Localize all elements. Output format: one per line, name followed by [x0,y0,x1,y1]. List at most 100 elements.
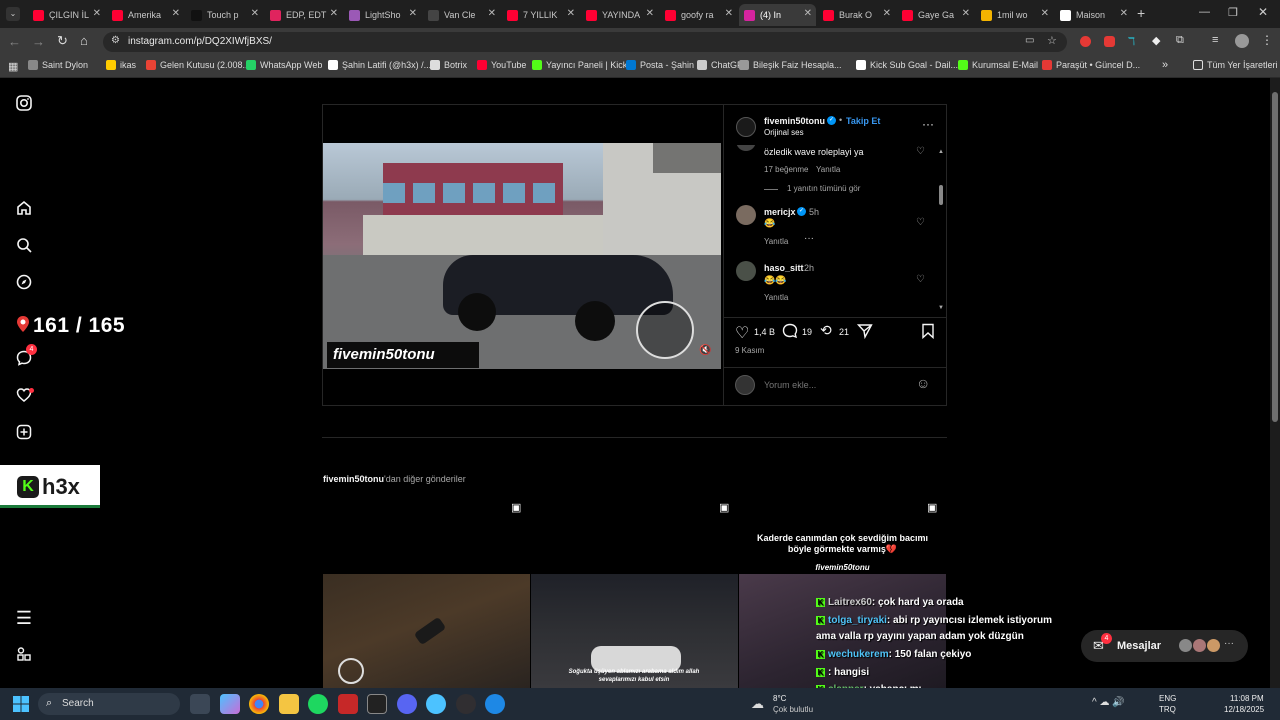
bookmark-star-icon[interactable]: ☆ [1047,34,1057,47]
bookmark-item[interactable]: ikas [106,60,136,70]
commenter-name[interactable]: haso_sitt [764,263,804,273]
like-heart-icon[interactable]: ♡ [735,323,749,343]
install-app-icon[interactable]: ▭ [1025,35,1034,46]
bookmark-item[interactable]: WhatsApp Web [246,60,322,70]
tab-close-icon[interactable]: ✕ [330,8,338,19]
browser-tab[interactable]: Burak O ✕ [818,4,895,26]
explore-nav-icon[interactable] [14,274,34,294]
taskbar-search[interactable]: ⌕ Search [38,693,180,715]
obs-icon[interactable] [456,694,476,714]
browser-tab[interactable]: Amerika ✕ [107,4,184,26]
minimize-icon[interactable]: — [1199,6,1210,18]
tab-close-icon[interactable]: ✕ [488,8,496,19]
browser-tab[interactable]: LightSho ✕ [344,4,421,26]
extensions-puzzle-icon[interactable]: ⧉ [1176,34,1184,47]
app-icon-red[interactable] [338,694,358,714]
comment-bubble-icon[interactable] [782,323,798,344]
tab-close-icon[interactable]: ✕ [409,8,417,19]
comment-reply[interactable]: Yanıtla [764,293,788,302]
browser-tab[interactable]: goofy ra ✕ [660,4,737,26]
tab-close-icon[interactable]: ✕ [962,8,970,19]
browser-tab[interactable]: YAYINDA ✕ [581,4,658,26]
browser-tab[interactable]: (4) In ✕ [739,4,816,26]
bookmark-item[interactable]: Botrix [430,60,467,70]
comment-input[interactable] [764,377,904,393]
media-control-icon[interactable]: ≡ [1212,34,1218,46]
browser-tab[interactable]: Van Cle ✕ [423,4,500,26]
apps-grid-icon[interactable]: ▦ [8,60,18,73]
browser-tab[interactable]: 1mil wo ✕ [976,4,1053,26]
tab-search-icon[interactable]: ⌄ [6,7,20,21]
extension-icon-3[interactable]: ℸ [1128,35,1135,48]
bookmark-item[interactable]: Posta - Şahin [626,60,694,70]
extension-icon-4[interactable]: ◆ [1152,34,1160,47]
emoji-icon[interactable]: ☺ [916,375,930,391]
home-icon[interactable]: ⌂ [80,33,88,48]
tab-close-icon[interactable]: ✕ [725,8,733,19]
weather-desc[interactable]: Çok bulutlu [773,705,813,714]
browser-tab[interactable]: 7 YILLIK ✕ [502,4,579,26]
shares-count[interactable]: 21 [839,327,849,337]
tab-close-icon[interactable]: ✕ [567,8,575,19]
reload-icon[interactable]: ↻ [57,33,68,49]
bookmark-item[interactable]: YouTube [477,60,526,70]
comment-options-icon[interactable]: ··· [804,233,814,244]
author-avatar[interactable] [736,117,756,137]
spotify-icon[interactable] [308,694,328,714]
close-window-icon[interactable]: ✕ [1258,5,1268,19]
tray-icons[interactable]: ^ ☁ 🔊 [1092,697,1125,708]
commenter-name[interactable]: mericjx [764,207,796,217]
search-nav-icon[interactable] [14,237,34,257]
new-tab-icon[interactable]: + [1137,5,1145,21]
tab-close-icon[interactable]: ✕ [1041,8,1049,19]
comments-scrollbar[interactable]: ▲ ▼ [938,149,944,313]
comment-likes[interactable]: 17 beğenme [764,165,808,174]
browser-tab[interactable]: ÇILGIN İL ✕ [28,4,105,26]
page-scroll-thumb[interactable] [1272,92,1278,422]
weather-temp[interactable]: 8°C [773,694,786,703]
page-scrollbar[interactable] [1270,78,1280,688]
comments-count[interactable]: 19 [802,327,812,337]
mute-icon[interactable]: 🔇 [699,345,711,356]
language-2[interactable]: TRQ [1159,705,1176,714]
app-icon-teal[interactable] [485,694,505,714]
bookmarks-overflow-icon[interactable]: » [1162,59,1168,71]
tab-close-icon[interactable]: ✕ [93,8,101,19]
url-field[interactable]: ⚙ instagram.com/p/DQ2XIWfjBXS/ ▭ ☆ [103,32,1067,52]
commenter-avatar[interactable] [736,261,756,281]
post-options-icon[interactable]: ··· [922,117,934,131]
scroll-down-icon[interactable]: ▼ [938,305,944,311]
forward-icon[interactable]: → [32,34,45,49]
menu-kebab-icon[interactable]: ⋮ [1261,33,1273,47]
tab-close-icon[interactable]: ✕ [883,8,891,19]
post-video[interactable]: fivemin50tonu 🔇 [323,105,723,405]
bookmark-item[interactable]: Kick Sub Goal - Dail... [856,60,958,70]
notifications-heart-icon[interactable] [14,387,34,407]
bookmark-item[interactable]: Saint Dylon [28,60,88,70]
comment-heart-icon[interactable]: ♡ [916,274,925,285]
clock-date[interactable]: 12/18/2025 [1224,705,1264,714]
also-from-meta-icon[interactable] [14,646,34,666]
home-nav-icon[interactable] [14,200,34,220]
repost-icon[interactable]: ⟲ [820,322,832,339]
share-send-icon[interactable] [856,323,873,344]
all-bookmarks[interactable]: Tüm Yer İşaretleri [1193,60,1278,70]
thumb-1[interactable]: ▣ [323,496,530,688]
browser-tab[interactable]: Maison ✕ [1055,4,1132,26]
file-explorer-icon[interactable] [279,694,299,714]
copilot-icon[interactable] [220,694,240,714]
clock-time[interactable]: 11:08 PM [1230,694,1264,703]
language-1[interactable]: ENG [1159,694,1176,703]
create-post-icon[interactable] [14,424,34,444]
bookmark-item[interactable]: Kurumsal E-Mail [958,60,1038,70]
follow-button[interactable]: Takip Et [846,116,880,126]
more-posts-user[interactable]: fivemin50tonu [323,474,384,484]
profile-avatar[interactable] [1235,34,1249,48]
extension-icon-2[interactable] [1104,36,1115,47]
capcut-icon[interactable] [367,694,387,714]
tab-close-icon[interactable]: ✕ [804,8,812,19]
comment-reply[interactable]: Yanıtla [764,237,788,246]
audio-label[interactable]: Orijinal ses [764,128,804,137]
comment-heart-icon[interactable]: ♡ [916,146,925,157]
commenter-avatar[interactable] [736,205,756,225]
